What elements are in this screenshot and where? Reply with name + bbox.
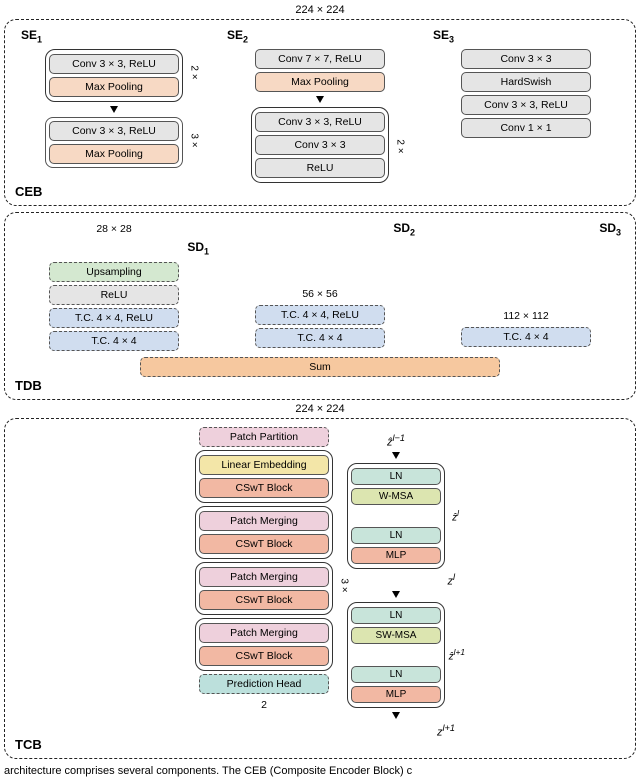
se1-label: SE1 xyxy=(21,28,42,44)
d1-msa: W-MSA xyxy=(351,488,441,505)
tcb-stage4: Patch Merging CSwT Block xyxy=(195,618,333,671)
se1-conv2: Conv 3 × 3, ReLU xyxy=(49,121,179,141)
sd1-column: 28 × 28 SD1 Upsampling ReLU T.C. 4 × 4, … xyxy=(15,221,213,350)
d2-ln1: LN xyxy=(351,607,441,624)
sd2-b2: T.C. 4 × 4 xyxy=(255,328,385,348)
se2-grelu: ReLU xyxy=(255,158,385,178)
tcb-stage3: Patch Merging CSwT Block xyxy=(195,562,333,615)
sum-block: Sum xyxy=(140,357,500,377)
d2-ln2: LN xyxy=(351,666,441,683)
sd1-b3: T.C. 4 × 4, ReLU xyxy=(49,308,179,328)
se1-group1: Conv 3 × 3, ReLU Max Pooling xyxy=(45,49,183,102)
tdb-out-dim: 224 × 224 xyxy=(4,403,636,415)
tcb-out: 2 xyxy=(261,699,267,711)
caption-text: architecture comprises several component… xyxy=(4,765,636,777)
se3-b3: Conv 3 × 3, ReLU xyxy=(461,95,591,115)
sd1-b2: ReLU xyxy=(49,285,179,305)
d2-mlp: MLP xyxy=(351,686,441,703)
se3-label: SE3 xyxy=(433,28,454,44)
sd3-label: SD3 xyxy=(599,221,621,237)
d1-mlp: MLP xyxy=(351,547,441,564)
stage4-b2: CSwT Block xyxy=(199,646,329,666)
se2-column: SE2 Conv 7 × 7, ReLU Max Pooling Conv 3 … xyxy=(221,28,419,183)
se2-gconv1: Conv 3 × 3, ReLU xyxy=(255,112,385,132)
se2-label: SE2 xyxy=(227,28,248,44)
stage1-b2: CSwT Block xyxy=(199,478,329,498)
d2-msa: SW-MSA xyxy=(351,627,441,644)
se2-mult: 2 × xyxy=(394,140,405,154)
z-mid-hat: ẑl xyxy=(452,508,459,523)
sd1-in-dim: 28 × 28 xyxy=(96,223,131,235)
arrow-icon xyxy=(110,106,118,113)
sd1-b1: Upsampling xyxy=(49,262,179,282)
se2-conv1: Conv 7 × 7, ReLU xyxy=(255,49,385,69)
stage2-b2: CSwT Block xyxy=(199,534,329,554)
tcb-stage1: Linear Embedding CSwT Block xyxy=(195,450,333,503)
sd2-column: SD2 56 × 56 T.C. 4 × 4, ReLU T.C. 4 × 4 xyxy=(221,221,419,350)
arrow-icon xyxy=(316,96,324,103)
se1-mult2: 3 × xyxy=(188,134,199,148)
detail-group2: LN SW-MSA ẑl+1 LN MLP xyxy=(347,602,445,707)
z-out-hat: ẑl+1 xyxy=(449,647,465,662)
se2-gconv2: Conv 3 × 3 xyxy=(255,135,385,155)
sd3-dim: 112 × 112 xyxy=(503,310,548,322)
z-in: ẑl−1 xyxy=(387,433,405,449)
se1-group2: Conv 3 × 3, ReLU Max Pooling xyxy=(45,117,183,168)
sd1-label: SD1 xyxy=(187,240,209,256)
ceb-section: SE1 Conv 3 × 3, ReLU Max Pooling 2 × Con… xyxy=(4,19,636,206)
se3-b1: Conv 3 × 3 xyxy=(461,49,591,69)
arrow-icon xyxy=(392,712,400,719)
se1-mult1: 2 × xyxy=(188,66,199,80)
se1-conv1: Conv 3 × 3, ReLU xyxy=(49,54,179,74)
stage3-b2: CSwT Block xyxy=(199,590,329,610)
sd2-b1: T.C. 4 × 4, ReLU xyxy=(255,305,385,325)
z-out: zl+1 xyxy=(437,723,455,739)
input-dim: 224 × 224 xyxy=(4,4,636,16)
se3-b2: HardSwish xyxy=(461,72,591,92)
stage4-b1: Patch Merging xyxy=(199,623,329,643)
se2-pool1: Max Pooling xyxy=(255,72,385,92)
se1-column: SE1 Conv 3 × 3, ReLU Max Pooling 2 × Con… xyxy=(15,28,213,183)
se1-pool2: Max Pooling xyxy=(49,144,179,164)
sd2-label: SD2 xyxy=(393,221,415,237)
se3-column: SE3 Conv 3 × 3 HardSwish Conv 3 × 3, ReL… xyxy=(427,28,625,183)
detail-group1: LN W-MSA ẑl LN MLP xyxy=(347,463,445,568)
diagram-root: 224 × 224 SE1 Conv 3 × 3, ReLU Max Pooli… xyxy=(4,4,636,777)
prediction-head: Prediction Head xyxy=(199,674,329,694)
tdb-label: TDB xyxy=(15,378,42,393)
stage3-b1: Patch Merging xyxy=(199,567,329,587)
tcb-main-column: Patch Partition Linear Embedding CSwT Bl… xyxy=(195,427,333,713)
tcb-stage2: Patch Merging CSwT Block xyxy=(195,506,333,559)
sd1-b4: T.C. 4 × 4 xyxy=(49,331,179,351)
d1-ln2: LN xyxy=(351,527,441,544)
arrow-icon xyxy=(392,591,400,598)
patch-partition: Patch Partition xyxy=(199,427,329,447)
se1-pool1: Max Pooling xyxy=(49,77,179,97)
tcb-label: TCB xyxy=(15,737,42,752)
arrow-icon xyxy=(392,452,400,459)
se3-b4: Conv 1 × 1 xyxy=(461,118,591,138)
z-mid: zl xyxy=(447,572,455,588)
sd3-column: SD3 112 × 112 T.C. 4 × 4 xyxy=(427,221,625,350)
stage1-b1: Linear Embedding xyxy=(199,455,329,475)
ceb-label: CEB xyxy=(15,184,42,199)
sd3-b1: T.C. 4 × 4 xyxy=(461,327,591,347)
se2-group: Conv 3 × 3, ReLU Conv 3 × 3 ReLU xyxy=(251,107,389,183)
tcb-section: Patch Partition Linear Embedding CSwT Bl… xyxy=(4,418,636,760)
stage2-b1: Patch Merging xyxy=(199,511,329,531)
sd2-dim: 56 × 56 xyxy=(302,288,337,300)
cswt-detail: ẑl−1 LN W-MSA ẑl LN MLP zl LN SW-MSA ẑl+… xyxy=(347,433,445,739)
d1-ln1: LN xyxy=(351,468,441,485)
tdb-section: 28 × 28 SD1 Upsampling ReLU T.C. 4 × 4, … xyxy=(4,212,636,399)
